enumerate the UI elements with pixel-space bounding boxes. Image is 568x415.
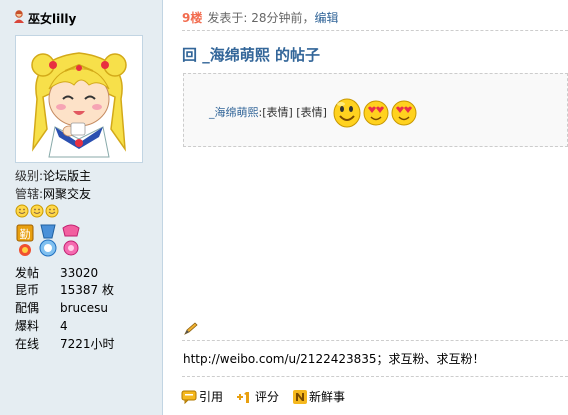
news-button[interactable]: 新鲜事 (293, 388, 345, 405)
quote-author-link[interactable]: _海绵萌熙 (209, 104, 259, 120)
stat-key: 配偶 (15, 301, 40, 315)
stat-row-coins: 昆币 15387 枚 (15, 282, 155, 298)
pink-medal-icon[interactable] (61, 224, 81, 258)
rank-stars (15, 204, 59, 218)
quote-block: _海绵萌熙 :[表情] [表情] (183, 73, 568, 147)
quote-content: _海绵萌熙 :[表情] [表情] (209, 96, 418, 128)
quote-text: :[表情] [表情] (258, 106, 327, 119)
stat-key: 发帖 (15, 266, 40, 280)
rank-star-icon (45, 204, 59, 218)
diligence-medal-icon[interactable]: 勤 (15, 224, 35, 258)
author-header: 巫女lilly (13, 10, 76, 27)
stat-key: 在线 (15, 337, 40, 351)
post-actions: 引用 评分 新鲜事 (181, 388, 345, 405)
stat-row-spouse: 配偶 brucesu (15, 300, 155, 316)
stat-value[interactable]: brucesu (60, 300, 108, 316)
blue-ribbon-medal-icon[interactable] (38, 224, 58, 258)
stat-value: 7221小时 (60, 337, 115, 351)
author-name[interactable]: 巫女lilly (28, 10, 76, 27)
heart-eyes-smiley-icon (363, 100, 389, 126)
level-row: 级别:论坛版主 (15, 168, 91, 184)
news-n-icon (293, 389, 308, 404)
post-meta: 9楼 发表于: 28分钟前， 编辑 (182, 9, 339, 26)
stat-value: 4 (60, 319, 68, 333)
stat-value: 33020 (60, 266, 99, 280)
news-label: 新鲜事 (309, 390, 346, 404)
diligence-medal-glyph: 勤 (20, 228, 31, 241)
post-content: 9楼 发表于: 28分钟前， 编辑 回 _海绵萌熙 的帖子 _海绵萌熙 :[表情… (163, 0, 568, 415)
edit-link[interactable]: 编辑 (315, 9, 339, 26)
manage-row: 管辖:网聚交友 (15, 186, 91, 202)
stat-row-scoops: 爆料 4 (15, 318, 155, 334)
divider (182, 376, 568, 377)
rank-star-icon (30, 204, 44, 218)
signature-divider (182, 340, 568, 341)
plus-one-icon (237, 391, 250, 403)
stat-row-online: 在线 7221小时 (15, 336, 155, 352)
pencil-icon (183, 322, 199, 339)
quote-icon (181, 390, 197, 404)
emoticon-group (332, 96, 418, 128)
grin-smiley-icon (333, 98, 361, 128)
heart-eyes-smiley-icon (391, 100, 417, 126)
rank-star-icon (15, 204, 29, 218)
post-time: 发表于: 28分钟前， (207, 11, 315, 25)
quote-button[interactable]: 引用 (181, 388, 223, 405)
medal-row: 勤 (15, 224, 81, 258)
female-user-icon (13, 10, 25, 27)
stat-row-posts: 发帖 33020 (15, 265, 155, 281)
floor-number[interactable]: 9楼 (182, 9, 202, 26)
stat-key: 爆料 (15, 319, 40, 333)
post-title: 回 _海绵萌熙 的帖子 (182, 46, 320, 64)
manage-value[interactable]: 网聚交友 (43, 187, 91, 201)
author-sidebar: 巫女lilly 级别:论坛版主 管辖:网聚交友 勤 发帖 33020 昆币 15… (0, 0, 163, 415)
signature: http://weibo.com/u/2122423835；求互粉、求互粉！ (183, 352, 485, 366)
quote-label: 引用 (199, 390, 224, 404)
avatar[interactable] (15, 35, 143, 163)
manage-label: 管辖: (15, 187, 44, 201)
divider (182, 30, 568, 31)
rate-button[interactable]: 评分 (237, 388, 279, 405)
stat-value: 15387 枚 (60, 283, 114, 297)
level-label: 级别: (15, 169, 44, 183)
stat-key: 昆币 (15, 283, 40, 297)
rate-label: 评分 (255, 390, 280, 404)
level-value: 论坛版主 (43, 169, 92, 183)
